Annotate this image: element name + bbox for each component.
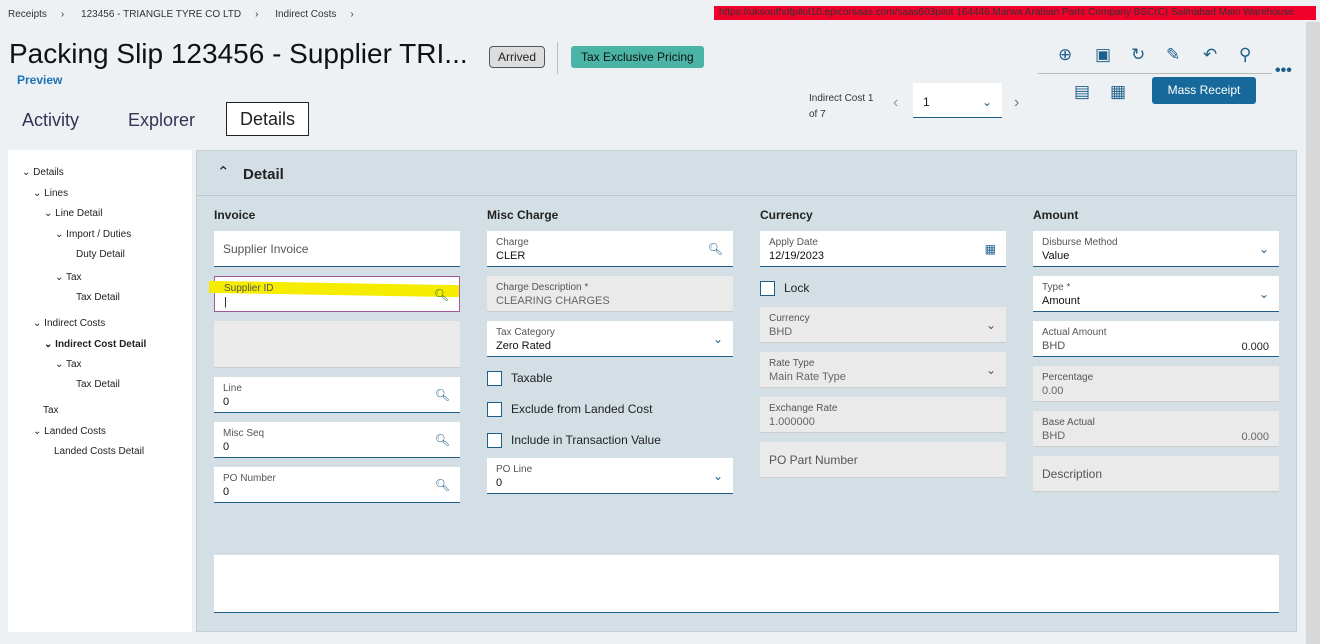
rate-type-select: Rate Type Main Rate Type ⌄ — [760, 352, 1006, 388]
search-lookup-icon[interactable]: 🔍︎ — [435, 478, 450, 492]
exclude-landed-checkbox[interactable]: Exclude from Landed Cost — [487, 402, 652, 418]
panel-icon[interactable]: ▤ — [1074, 82, 1090, 102]
supplier-id-field[interactable]: Supplier ID | 🔍︎ — [208, 276, 460, 312]
taxable-checkbox[interactable]: Taxable — [487, 371, 552, 387]
currency-title: Currency — [760, 208, 813, 222]
undo-icon[interactable]: ↶ — [1203, 45, 1217, 65]
detail-header[interactable]: ⌃ Detail — [197, 151, 1296, 196]
exchange-rate-field: Exchange Rate 1.000000 — [760, 397, 1006, 433]
search-lookup-icon[interactable]: 🔍︎ — [434, 288, 449, 302]
crumb-supplier[interactable]: 123456 - TRIANGLE TYRE CO LTD — [81, 9, 241, 20]
tree-item[interactable]: ⌄ Import / Duties — [55, 229, 131, 240]
calendar-icon[interactable]: ▦ — [985, 242, 996, 256]
save-icon[interactable]: ▣ — [1095, 45, 1111, 65]
tree-item[interactable]: ⌄ Lines — [33, 188, 68, 199]
tab-explorer[interactable]: Explorer — [128, 110, 195, 131]
next-icon[interactable]: › — [1014, 94, 1019, 112]
prev-icon[interactable]: ‹ — [893, 94, 898, 112]
crumb-indirect[interactable]: Indirect Costs — [275, 9, 336, 20]
tab-details[interactable]: Details — [226, 102, 309, 136]
chevron-down-icon: ⌄ — [712, 469, 723, 483]
status-badge: Arrived — [489, 46, 546, 68]
detail-panel: ⌃ Detail Invoice Supplier Invoice Supplie… — [196, 150, 1297, 632]
search-lookup-icon[interactable]: 🔍︎ — [435, 433, 450, 447]
actual-amount-field[interactable]: Actual Amount BHD 0.000 — [1033, 321, 1279, 357]
session-info: https://uksouthdtpilot10.epicorsaas.com/… — [714, 6, 1316, 20]
tab-activity[interactable]: Activity — [22, 110, 79, 131]
textarea[interactable] — [214, 321, 460, 368]
record-select[interactable]: 1 ⌄ — [913, 83, 1002, 118]
po-line-select[interactable]: PO Line 0 ⌄ — [487, 458, 733, 494]
crumb-receipts[interactable]: Receipts — [8, 9, 47, 20]
page-title: Packing Slip 123456 - Supplier TRI... — [9, 38, 468, 69]
toolbar-divider — [1038, 73, 1272, 74]
clear-brush-icon[interactable]: ✎ — [1166, 45, 1180, 65]
comment-textarea[interactable] — [214, 555, 1279, 613]
percentage-field: Percentage 0.00 — [1033, 366, 1279, 402]
divider — [557, 42, 558, 74]
chevron-down-icon: ⌄ — [981, 95, 992, 109]
mass-receipt-button[interactable]: Mass Receipt — [1152, 77, 1256, 104]
tree-item[interactable]: ⌄ Landed Costs — [33, 426, 106, 437]
search-lookup-icon[interactable]: 🔍︎ — [708, 242, 723, 256]
factory-icon[interactable]: ▦ — [1110, 82, 1126, 102]
disburse-method-select[interactable]: Disburse Method Value ⌄ — [1033, 231, 1279, 267]
tree-item[interactable]: Tax Detail — [76, 292, 120, 303]
description-field: Description — [1033, 456, 1279, 492]
tree-item[interactable]: ⌄ Details — [22, 167, 64, 178]
tree-item[interactable]: ⌄ Line Detail — [44, 208, 102, 219]
tree-item[interactable]: ⌄ Tax — [55, 272, 82, 283]
collapse-icon[interactable]: ⌃ — [217, 163, 230, 181]
search-lookup-icon[interactable]: 🔍︎ — [435, 388, 450, 402]
base-actual-field: Base Actual BHD 0.000 — [1033, 411, 1279, 447]
po-part-number-field: PO Part Number — [760, 442, 1006, 478]
invoice-title: Invoice — [214, 208, 256, 222]
tree-item[interactable]: ⌄ Tax — [55, 359, 82, 370]
refresh-icon[interactable]: ↻ — [1131, 45, 1145, 65]
add-icon[interactable]: ⊕ — [1058, 45, 1072, 65]
tree-item[interactable]: Duty Detail — [76, 249, 125, 260]
supplier-invoice-field[interactable]: Supplier Invoice — [214, 231, 460, 267]
currency-select: Currency BHD ⌄ — [760, 307, 1006, 343]
line-field[interactable]: Line 0 🔍︎ — [214, 377, 460, 413]
tree-nav: ⌄ Details ⌄ Lines ⌄ Line Detail ⌄ Import… — [8, 150, 192, 632]
breadcrumb: Receipts › 123456 - TRIANGLE TYRE CO LTD ›… — [8, 9, 354, 20]
pricing-badge: Tax Exclusive Pricing — [571, 46, 704, 68]
more-icon[interactable]: ••• — [1275, 62, 1292, 80]
po-number-field[interactable]: PO Number 0 🔍︎ — [214, 467, 460, 503]
type-select[interactable]: Type * Amount ⌄ — [1033, 276, 1279, 312]
charge-description-field: Charge Description * CLEARING CHARGES — [487, 276, 733, 312]
tree-item[interactable]: Landed Costs Detail — [54, 446, 144, 457]
apply-date-field[interactable]: Apply Date 12/19/2023 ▦ — [760, 231, 1006, 267]
tree-item[interactable]: Tax — [43, 405, 59, 416]
amount-title: Amount — [1033, 208, 1079, 222]
misc-title: Misc Charge — [487, 208, 559, 222]
tree-item[interactable]: ⌄ Indirect Costs — [33, 318, 105, 329]
lock-checkbox[interactable]: Lock — [760, 281, 809, 297]
include-transaction-checkbox[interactable]: Include in Transaction Value — [487, 433, 661, 449]
preview-link[interactable]: Preview — [17, 73, 62, 87]
misc-seq-field[interactable]: Misc Seq 0 🔍︎ — [214, 422, 460, 458]
search-icon[interactable]: ⚲ — [1239, 45, 1251, 65]
chevron-down-icon: ⌄ — [712, 332, 723, 346]
tree-item[interactable]: Tax Detail — [76, 379, 120, 390]
tax-category-select[interactable]: Tax Category Zero Rated ⌄ — [487, 321, 733, 357]
scrollbar[interactable] — [1306, 22, 1320, 644]
charge-field[interactable]: Charge CLER 🔍︎ — [487, 231, 733, 267]
record-nav-label: Indirect Cost 1 of 7 — [809, 93, 874, 120]
tree-item-selected[interactable]: ⌄ Indirect Cost Detail — [44, 339, 146, 350]
